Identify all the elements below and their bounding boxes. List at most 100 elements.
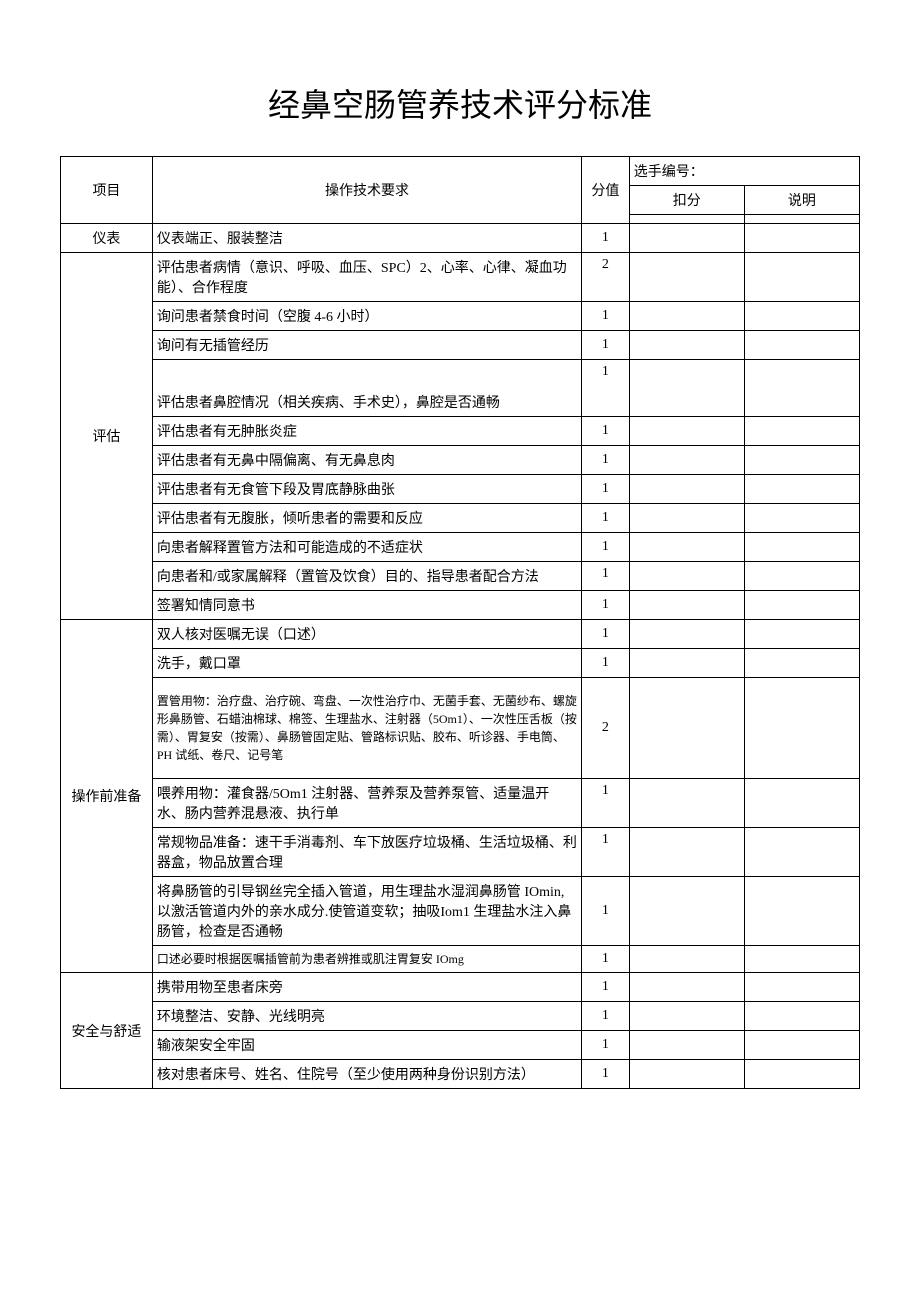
deduct-cell — [629, 417, 744, 446]
score-cell: 1 — [582, 877, 630, 946]
note-cell — [744, 620, 859, 649]
deduct-cell — [629, 504, 744, 533]
note-cell — [744, 533, 859, 562]
requirement-cell: 签署知情同意书 — [152, 591, 581, 620]
note-cell — [744, 224, 859, 253]
scoring-table: 项目 操作技术要求 分值 选手编号： 扣分 说明 仪表 仪表端正、服装整洁 1 … — [60, 156, 860, 1089]
deduct-cell — [629, 946, 744, 973]
score-cell: 1 — [582, 649, 630, 678]
requirement-cell: 置管用物：治疗盘、治疗碗、弯盘、一次性治疗巾、无菌手套、无菌纱布、螺旋形鼻肠管、… — [152, 678, 581, 779]
deduct-cell — [629, 224, 744, 253]
header-score: 分值 — [582, 157, 630, 224]
deduct-cell — [629, 360, 744, 417]
table-row: 询问患者禁食时间（空腹 4-6 小时） 1 — [61, 302, 860, 331]
table-row: 安全与舒适 携带用物至患者床旁 1 — [61, 973, 860, 1002]
table-row: 评估患者有无肿胀炎症 1 — [61, 417, 860, 446]
note-cell — [744, 591, 859, 620]
table-row: 输液架安全牢固 1 — [61, 1031, 860, 1060]
table-row: 仪表 仪表端正、服装整洁 1 — [61, 224, 860, 253]
score-cell: 1 — [582, 302, 630, 331]
table-row: 操作前准备 双人核对医嘱无误（口述） 1 — [61, 620, 860, 649]
requirement-cell: 评估患者有无食管下段及胃底静脉曲张 — [152, 475, 581, 504]
deduct-cell — [629, 475, 744, 504]
note-cell — [744, 302, 859, 331]
score-cell: 2 — [582, 253, 630, 302]
deduct-cell — [629, 533, 744, 562]
deduct-cell — [629, 620, 744, 649]
table-row: 将鼻肠管的引导钢丝完全插入管道，用生理盐水湿润鼻肠管 IOmin,以激活管道内外… — [61, 877, 860, 946]
header-note: 说明 — [744, 186, 859, 215]
table-row: 签署知情同意书 1 — [61, 591, 860, 620]
note-cell — [744, 504, 859, 533]
note-cell — [744, 331, 859, 360]
requirement-cell: 输液架安全牢固 — [152, 1031, 581, 1060]
note-cell — [744, 1031, 859, 1060]
note-cell — [744, 828, 859, 877]
score-cell: 1 — [582, 331, 630, 360]
deduct-cell — [629, 591, 744, 620]
note-cell — [744, 475, 859, 504]
table-row: 评估患者有无腹胀，倾听患者的需要和反应 1 — [61, 504, 860, 533]
blank-cell — [629, 215, 744, 224]
note-cell — [744, 417, 859, 446]
score-cell: 1 — [582, 562, 630, 591]
table-row: 喂养用物：灌食器/5Om1 注射器、营养泵及营养泵管、适量温开水、肠内营养混悬液… — [61, 779, 860, 828]
requirement-cell: 环境整洁、安静、光线明亮 — [152, 1002, 581, 1031]
note-cell — [744, 253, 859, 302]
score-cell: 1 — [582, 417, 630, 446]
deduct-cell — [629, 1031, 744, 1060]
score-cell: 1 — [582, 446, 630, 475]
requirement-cell: 评估患者病情（意识、呼吸、血压、SPC）2、心率、心律、凝血功能）、合作程度 — [152, 253, 581, 302]
score-cell: 1 — [582, 533, 630, 562]
score-cell: 1 — [582, 779, 630, 828]
requirement-cell: 评估患者有无鼻中隔偏离、有无鼻息肉 — [152, 446, 581, 475]
note-cell — [744, 779, 859, 828]
score-cell: 1 — [582, 224, 630, 253]
requirement-cell: 洗手，戴口罩 — [152, 649, 581, 678]
deduct-cell — [629, 302, 744, 331]
deduct-cell — [629, 877, 744, 946]
requirement-cell: 核对患者床号、姓名、住院号（至少使用两种身份识别方法） — [152, 1060, 581, 1089]
note-cell — [744, 973, 859, 1002]
note-cell — [744, 946, 859, 973]
table-row: 口述必要时根据医嘱插管前为患者辨推或肌注胃复安 IOmg 1 — [61, 946, 860, 973]
score-cell: 1 — [582, 360, 630, 417]
score-cell: 1 — [582, 591, 630, 620]
table-row: 评估患者有无鼻中隔偏离、有无鼻息肉 1 — [61, 446, 860, 475]
deduct-cell — [629, 973, 744, 1002]
table-row: 询问有无插管经历 1 — [61, 331, 860, 360]
note-cell — [744, 446, 859, 475]
requirement-cell: 询问患者禁食时间（空腹 4-6 小时） — [152, 302, 581, 331]
deduct-cell — [629, 253, 744, 302]
score-cell: 1 — [582, 620, 630, 649]
note-cell — [744, 678, 859, 779]
requirement-cell: 携带用物至患者床旁 — [152, 973, 581, 1002]
blank-cell — [744, 215, 859, 224]
table-row: 常规物品准备：速干手消毒剂、车下放医疗垃圾桶、生活垃圾桶、利器盒，物品放置合理 … — [61, 828, 860, 877]
contestant-number-label: 选手编号： — [629, 157, 859, 186]
category-assessment: 评估 — [61, 253, 153, 620]
requirement-cell: 将鼻肠管的引导钢丝完全插入管道，用生理盐水湿润鼻肠管 IOmin,以激活管道内外… — [152, 877, 581, 946]
score-cell: 1 — [582, 1060, 630, 1089]
score-cell: 2 — [582, 678, 630, 779]
requirement-cell: 评估患者鼻腔情况（相关疾病、手术史），鼻腔是否通畅 — [152, 360, 581, 417]
deduct-cell — [629, 446, 744, 475]
note-cell — [744, 1002, 859, 1031]
note-cell — [744, 1060, 859, 1089]
table-row: 核对患者床号、姓名、住院号（至少使用两种身份识别方法） 1 — [61, 1060, 860, 1089]
table-row: 评估患者鼻腔情况（相关疾病、手术史），鼻腔是否通畅 1 — [61, 360, 860, 417]
table-row: 向患者和/或家属解释（置管及饮食）目的、指导患者配合方法 1 — [61, 562, 860, 591]
note-cell — [744, 877, 859, 946]
requirement-cell: 常规物品准备：速干手消毒剂、车下放医疗垃圾桶、生活垃圾桶、利器盒，物品放置合理 — [152, 828, 581, 877]
score-cell: 1 — [582, 475, 630, 504]
note-cell — [744, 562, 859, 591]
header-requirement: 操作技术要求 — [152, 157, 581, 224]
deduct-cell — [629, 678, 744, 779]
page-title: 经鼻空肠管养技术评分标准 — [60, 80, 860, 126]
deduct-cell — [629, 779, 744, 828]
table-row: 环境整洁、安静、光线明亮 1 — [61, 1002, 860, 1031]
deduct-cell — [629, 1060, 744, 1089]
requirement-cell: 向患者解释置管方法和可能造成的不适症状 — [152, 533, 581, 562]
category-preparation: 操作前准备 — [61, 620, 153, 973]
requirement-cell: 评估患者有无腹胀，倾听患者的需要和反应 — [152, 504, 581, 533]
